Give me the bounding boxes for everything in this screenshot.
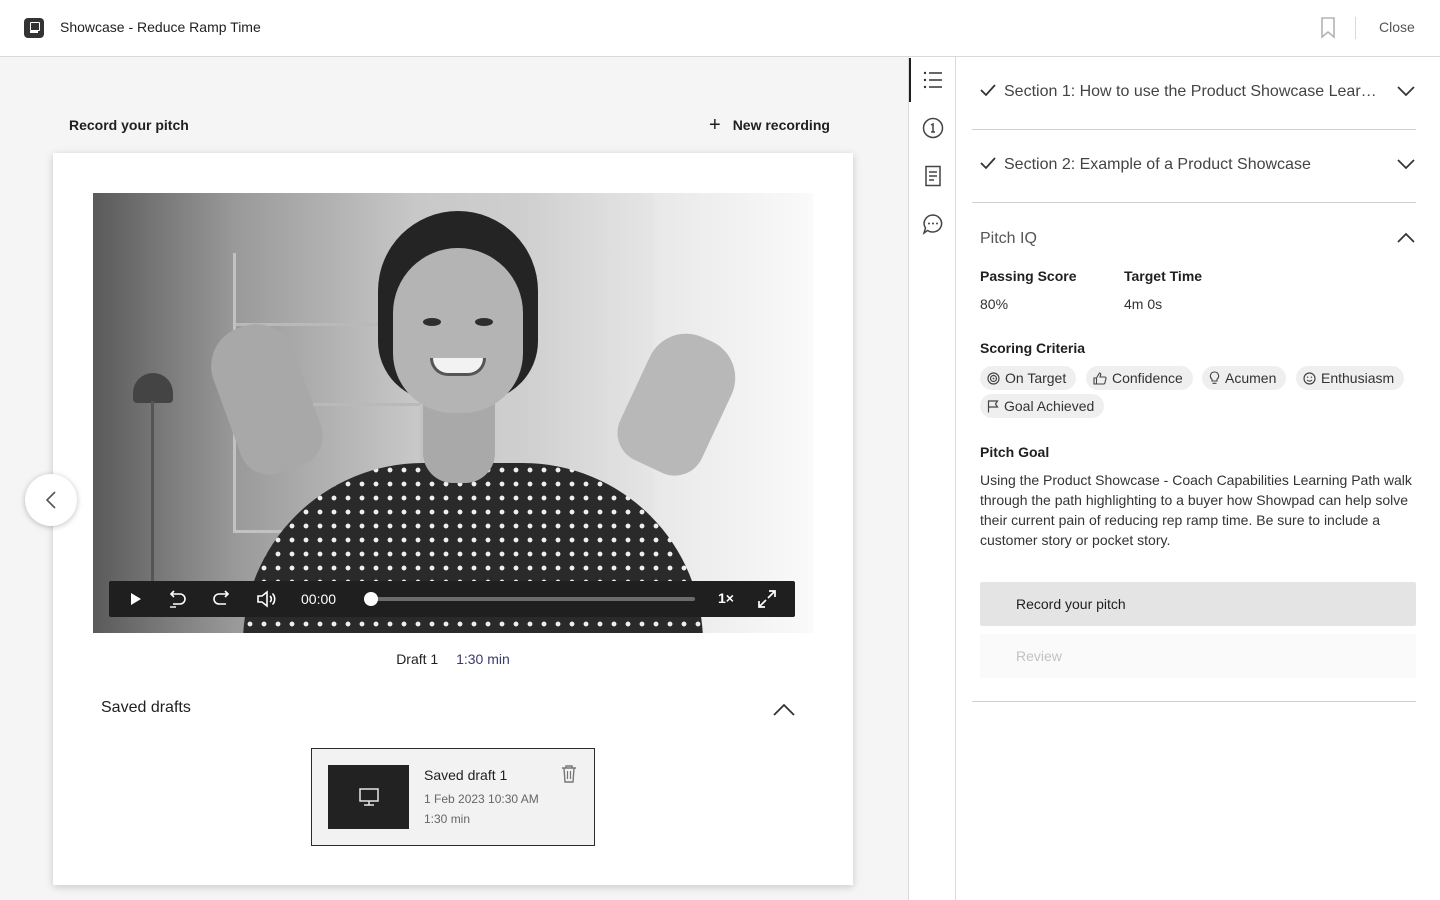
seek-bar[interactable]	[364, 592, 695, 606]
thumbs-up-icon	[1093, 371, 1107, 385]
criteria-chip-confidence: Confidence	[1086, 366, 1193, 390]
playback-speed-button[interactable]: 1×	[718, 590, 734, 606]
app-logo-icon	[24, 18, 44, 38]
draft-title: Saved draft 1	[424, 767, 508, 783]
volume-icon[interactable]	[255, 581, 279, 617]
criteria-chip-goal-achieved: Goal Achieved	[980, 394, 1105, 418]
target-time-value: 4m 0s	[1124, 296, 1163, 312]
record-pitch-button[interactable]: Record your pitch	[980, 582, 1416, 626]
trash-icon[interactable]	[561, 765, 577, 783]
draft-caption: Draft 1 1:30 min	[53, 651, 853, 667]
plus-icon: +	[709, 114, 721, 136]
chevron-up-icon[interactable]	[1396, 230, 1416, 244]
section-2-label: Section 2: Example of a Product Showcase	[1004, 156, 1311, 173]
pitch-details-panel: Section 1: How to use the Product Showca…	[956, 57, 1440, 900]
section-2-row[interactable]: Section 2: Example of a Product Showcase	[972, 130, 1416, 203]
draft-name: Draft 1	[396, 651, 439, 667]
list-icon	[923, 71, 942, 89]
rewind-icon[interactable]	[165, 581, 189, 617]
scoring-criteria-label: Scoring Criteria	[980, 340, 1086, 356]
bookmark-icon[interactable]	[1320, 17, 1336, 39]
target-time-label: Target Time	[1124, 268, 1203, 284]
passing-score-label: Passing Score	[980, 268, 1077, 284]
criteria-chip-on-target: On Target	[980, 366, 1077, 390]
rail-item-notes[interactable]	[909, 154, 956, 198]
play-icon[interactable]	[125, 581, 147, 617]
rail-item-outline[interactable]	[909, 58, 956, 102]
criteria-chip-enthusiasm: Enthusiasm	[1296, 366, 1405, 390]
seek-knob[interactable]	[364, 592, 378, 606]
check-icon	[980, 157, 996, 170]
rail-item-comments[interactable]	[909, 202, 956, 246]
draft-length: 1:30 min	[424, 812, 471, 826]
criteria-label: On Target	[1005, 370, 1067, 386]
time-readout: 00:00	[301, 591, 337, 607]
criteria-label: Confidence	[1112, 370, 1183, 386]
pitch-goal-label: Pitch Goal	[980, 444, 1050, 460]
info-icon	[922, 117, 943, 139]
rail-item-info[interactable]	[909, 106, 956, 150]
criteria-label: Acumen	[1225, 370, 1277, 386]
chevron-up-icon[interactable]	[769, 697, 799, 721]
video-frame-face	[393, 248, 523, 413]
record-section-title: Record your pitch	[69, 117, 189, 133]
flag-icon	[987, 399, 999, 412]
previous-button[interactable]	[25, 474, 77, 526]
new-recording-button[interactable]: + New recording	[709, 115, 830, 135]
monitor-icon	[358, 788, 379, 806]
main-content: Record your pitch + New recording 00:00 …	[0, 57, 908, 900]
page-title: Showcase - Reduce Ramp Time	[60, 19, 261, 35]
section-1-row[interactable]: Section 1: How to use the Product Showca…	[972, 57, 1416, 130]
criteria-label: Enthusiasm	[1321, 370, 1395, 386]
chevron-down-icon	[1397, 159, 1415, 170]
pitch-goal-text: Using the Product Showcase - Coach Capab…	[980, 472, 1412, 548]
fullscreen-icon[interactable]	[755, 581, 779, 617]
smile-icon	[1303, 371, 1316, 385]
side-icon-rail	[908, 57, 956, 900]
rail-active-indicator	[909, 58, 911, 102]
video-frame-lamp	[133, 373, 173, 403]
lightbulb-icon	[1209, 371, 1220, 384]
close-button[interactable]: Close	[1379, 19, 1415, 35]
top-bar: Showcase - Reduce Ramp Time Close	[0, 0, 1440, 57]
saved-draft-item[interactable]: Saved draft 1 1 Feb 2023 10:30 AM 1:30 m…	[311, 748, 595, 846]
saved-drafts-header: Saved drafts	[101, 699, 191, 716]
draft-thumbnail	[328, 765, 409, 829]
new-recording-label: New recording	[732, 117, 830, 133]
forward-icon[interactable]	[210, 581, 234, 617]
video-frame-eye-right	[475, 318, 493, 326]
passing-score-value: 80%	[980, 296, 1009, 312]
video-frame-lamp-pole	[151, 401, 154, 581]
recording-card: 00:00 1× Draft 1 1:30 min Saved drafts S…	[53, 153, 853, 885]
panel-divider	[972, 701, 1416, 702]
document-icon	[924, 165, 941, 187]
video-frame-eye-left	[423, 318, 441, 326]
video-player[interactable]: 00:00 1×	[93, 193, 813, 633]
draft-duration: 1:30 min	[456, 651, 510, 667]
chevron-down-icon	[1397, 86, 1415, 97]
check-icon	[980, 84, 996, 97]
target-icon	[987, 371, 1000, 385]
section-1-label: Section 1: How to use the Product Showca…	[1004, 83, 1384, 100]
draft-date: 1 Feb 2023 10:30 AM	[424, 792, 539, 806]
player-controls: 00:00 1×	[109, 581, 795, 617]
criteria-chip-acumen: Acumen	[1202, 366, 1287, 390]
chat-icon	[922, 214, 942, 235]
review-button[interactable]: Review	[980, 634, 1416, 678]
chevron-left-icon	[45, 491, 56, 509]
criteria-label: Goal Achieved	[1004, 398, 1095, 414]
pitch-iq-title: Pitch IQ	[980, 230, 1037, 247]
header-divider	[1355, 17, 1356, 39]
